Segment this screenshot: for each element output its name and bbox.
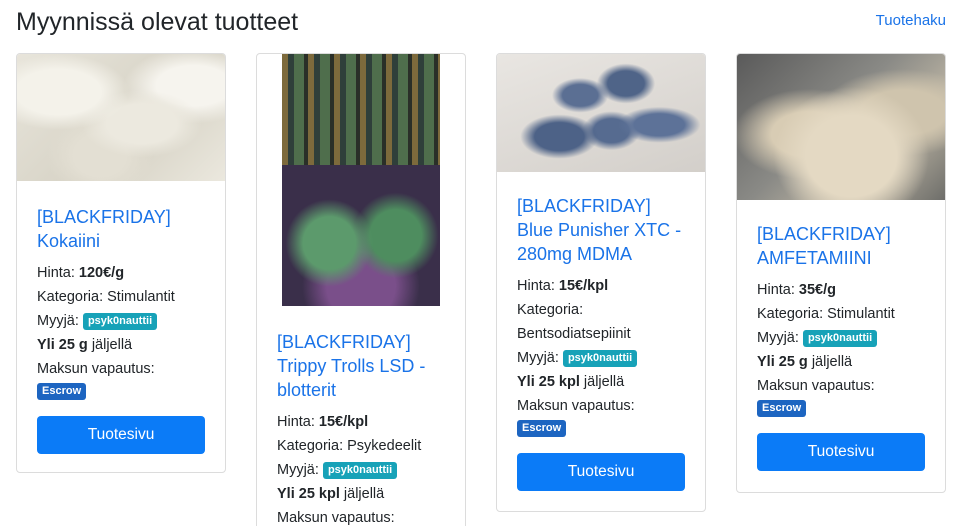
category-value: Psykedeelit [347,438,422,454]
stock-row: Yli 25 kpl jäljellä [517,374,625,390]
product-search-link[interactable]: Tuotehaku [876,12,946,29]
seller-badge[interactable]: psyk0nauttii [322,462,398,479]
payment-row: Maksun vapautus: [517,398,635,414]
price-value: 15€/kpl [558,278,609,294]
product-image[interactable] [737,54,945,200]
stock-row: Yli 25 kpl jäljellä [277,486,385,502]
product-card: [BLACKFRIDAY] AMFETAMIINI Hinta: 35€/g K… [736,53,946,493]
product-image[interactable] [17,54,225,181]
product-page-button[interactable]: Tuotesivu [37,416,205,454]
price-value: 35€/g [798,282,837,298]
page-title: Myynnissä olevat tuotteet [16,8,299,36]
category-row: Kategoria: [517,302,584,318]
product-title[interactable]: [BLACKFRIDAY] AMFETAMIINI [757,222,925,270]
price-row: Hinta: 15€/kpl [517,278,609,294]
payment-row: Maksun vapautus: [757,378,875,394]
seller-badge[interactable]: psyk0nauttii [82,313,158,330]
payment-row: Maksun vapautus: [37,361,155,377]
escrow-badge: Escrow [517,420,567,437]
product-card: [BLACKFRIDAY] Blue Punisher XTC - 280mg … [496,53,706,512]
price-row: Hinta: 35€/g [757,282,837,298]
seller-row: Myyjä: psyk0nauttii [757,326,925,350]
seller-badge[interactable]: psyk0nauttii [562,350,638,367]
payment-row: Maksun vapautus: [277,510,395,526]
product-title[interactable]: [BLACKFRIDAY] Blue Punisher XTC - 280mg … [517,194,685,266]
category-row: Kategoria: Stimulantit [37,289,175,305]
category-row: Kategoria: Stimulantit [757,306,895,322]
product-title[interactable]: [BLACKFRIDAY] Kokaiini [37,205,205,253]
seller-row: Myyjä: psyk0nauttii [37,309,205,333]
product-image[interactable] [282,54,440,306]
escrow-badge: Escrow [37,383,87,400]
category-value: Bentsodiatsepiinit [517,326,631,342]
product-image[interactable] [497,54,705,172]
product-title[interactable]: [BLACKFRIDAY] Trippy Trolls LSD -blotter… [277,330,445,402]
escrow-badge: Escrow [757,400,807,417]
category-row: Kategoria: Psykedeelit [277,438,422,454]
category-value: Stimulantit [827,306,895,322]
seller-row: Myyjä: psyk0nauttii [277,458,445,482]
price-value: 15€/kpl [318,414,369,430]
product-card: [BLACKFRIDAY] Trippy Trolls LSD -blotter… [256,53,466,526]
seller-badge[interactable]: psyk0nauttii [802,330,878,347]
price-value: 120€/g [78,265,125,281]
price-row: Hinta: 120€/g [37,265,125,281]
price-row: Hinta: 15€/kpl [277,414,369,430]
stock-row: Yli 25 g jäljellä [757,354,853,370]
seller-row: Myyjä: psyk0nauttii [517,346,685,370]
product-page-button[interactable]: Tuotesivu [517,453,685,491]
stock-row: Yli 25 g jäljellä [37,337,133,353]
category-value: Stimulantit [107,289,175,305]
product-page-button[interactable]: Tuotesivu [757,433,925,471]
product-card: [BLACKFRIDAY] Kokaiini Hinta: 120€/g Kat… [16,53,226,473]
